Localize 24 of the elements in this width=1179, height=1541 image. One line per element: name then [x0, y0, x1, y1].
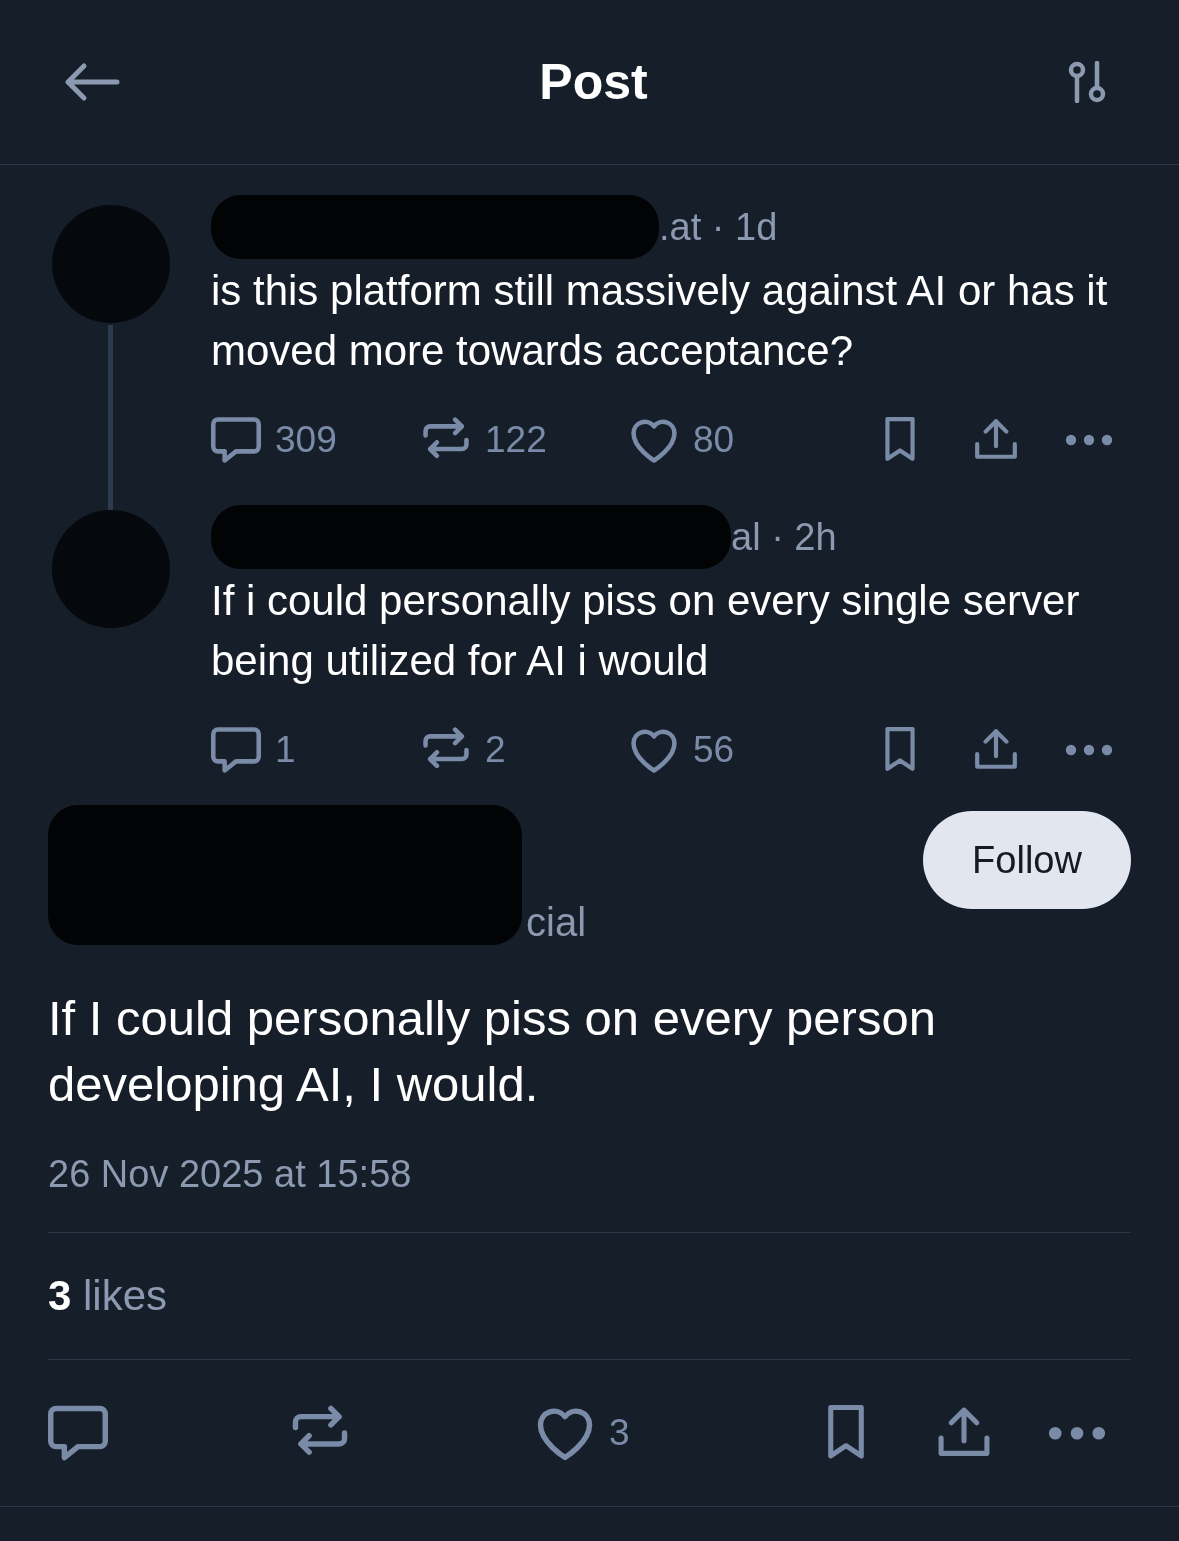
page-title: Post	[539, 53, 648, 111]
post-timestamp: 26 Nov 2025 at 15:58	[48, 1153, 1131, 1233]
user-handle: cial	[526, 900, 587, 945]
reply-count: 309	[275, 419, 337, 461]
like-count: 3	[609, 1412, 630, 1454]
more-icon[interactable]	[1048, 1425, 1106, 1441]
post-text: If i could personally piss on every single server being utilized for AI i would	[211, 576, 1081, 686]
follow-button[interactable]: Follow	[923, 811, 1131, 909]
post-text: is this platform still massively against AI or has it moved more towards acceptance?	[211, 266, 1109, 376]
repost-count: 2	[485, 729, 506, 771]
speech-bubble-icon[interactable]	[48, 1403, 108, 1463]
post-meta: al · 2h	[731, 515, 837, 559]
reply-count: 1	[275, 729, 296, 771]
post-text: If I could personally piss on every person developing AI, I would.	[48, 990, 937, 1113]
back-arrow-icon[interactable]	[64, 62, 120, 102]
likes-count[interactable]: 3 likes	[48, 1272, 168, 1320]
like-count: 56	[693, 729, 735, 771]
more-icon[interactable]	[1065, 434, 1113, 446]
like-count: 80	[693, 419, 735, 461]
speech-bubble-icon[interactable]	[211, 415, 261, 465]
post-meta: .at · 1d	[659, 205, 778, 249]
repost-count: 122	[485, 419, 547, 461]
more-icon[interactable]	[1065, 744, 1113, 756]
speech-bubble-icon[interactable]	[211, 725, 261, 775]
